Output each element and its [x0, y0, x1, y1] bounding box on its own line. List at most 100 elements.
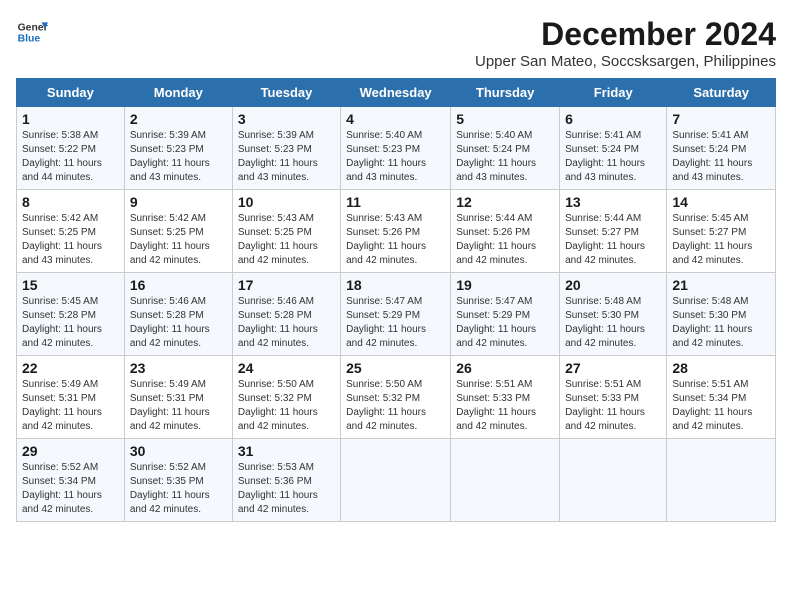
calendar-cell: [341, 439, 451, 522]
day-info: Sunrise: 5:47 AMSunset: 5:29 PMDaylight:…: [346, 295, 445, 351]
day-info: Sunrise: 5:45 AMSunset: 5:28 PMDaylight:…: [22, 295, 119, 351]
calendar-cell: 2Sunrise: 5:39 AMSunset: 5:23 PMDaylight…: [124, 107, 232, 190]
calendar-row: 29 Sunrise: 5:52 AMSunset: 5:34 PMDayligh…: [17, 439, 776, 522]
calendar-cell: 25 Sunrise: 5:50 AMSunset: 5:32 PMDayligh…: [341, 356, 451, 439]
day-number: 5: [456, 111, 554, 127]
calendar-cell: 5 Sunrise: 5:40 AMSunset: 5:24 PMDaylight…: [451, 107, 560, 190]
calendar-cell: 26Sunrise: 5:51 AMSunset: 5:33 PMDayligh…: [451, 356, 560, 439]
calendar-cell: 4 Sunrise: 5:40 AMSunset: 5:23 PMDaylight…: [341, 107, 451, 190]
calendar-cell: [451, 439, 560, 522]
calendar-table: SundayMondayTuesdayWednesdayThursdayFrid…: [16, 78, 776, 522]
calendar-cell: 24 Sunrise: 5:50 AMSunset: 5:32 PMDayligh…: [232, 356, 340, 439]
calendar-cell: 15 Sunrise: 5:45 AMSunset: 5:28 PMDayligh…: [17, 273, 125, 356]
day-number: 13: [565, 194, 661, 210]
day-number: 19: [456, 277, 554, 293]
day-number: 4: [346, 111, 445, 127]
calendar-cell: 12 Sunrise: 5:44 AMSunset: 5:26 PMDayligh…: [451, 190, 560, 273]
day-number: 15: [22, 277, 119, 293]
day-info: Sunrise: 5:48 AMSunset: 5:30 PMDaylight:…: [565, 295, 661, 351]
day-info: Sunrise: 5:50 AMSunset: 5:32 PMDaylight:…: [346, 378, 445, 434]
day-number: 23: [130, 360, 227, 376]
logo-icon: General Blue: [16, 16, 48, 48]
day-info: Sunrise: 5:38 AMSunset: 5:22 PMDaylight:…: [22, 129, 119, 185]
day-info: Sunrise: 5:47 AMSunset: 5:29 PMDaylight:…: [456, 295, 554, 351]
day-info: Sunrise: 5:53 AMSunset: 5:36 PMDaylight:…: [238, 461, 335, 517]
calendar-dow-header: Saturday: [667, 79, 776, 107]
calendar-cell: 19 Sunrise: 5:47 AMSunset: 5:29 PMDayligh…: [451, 273, 560, 356]
day-info: Sunrise: 5:49 AMSunset: 5:31 PMDaylight:…: [130, 378, 227, 434]
calendar-cell: 14 Sunrise: 5:45 AMSunset: 5:27 PMDayligh…: [667, 190, 776, 273]
calendar-row: 22 Sunrise: 5:49 AMSunset: 5:31 PMDayligh…: [17, 356, 776, 439]
calendar-dow-header: Monday: [124, 79, 232, 107]
day-info: Sunrise: 5:42 AMSunset: 5:25 PMDaylight:…: [130, 212, 227, 268]
calendar-cell: 27 Sunrise: 5:51 AMSunset: 5:33 PMDayligh…: [560, 356, 667, 439]
day-info: Sunrise: 5:50 AMSunset: 5:32 PMDaylight:…: [238, 378, 335, 434]
day-number: 22: [22, 360, 119, 376]
day-number: 31: [238, 443, 335, 459]
page-subtitle: Upper San Mateo, Soccsksargen, Philippin…: [475, 53, 776, 70]
calendar-cell: 16Sunrise: 5:46 AMSunset: 5:28 PMDayligh…: [124, 273, 232, 356]
page-header: General Blue December 2024 Upper San Mat…: [16, 16, 776, 70]
day-info: Sunrise: 5:41 AMSunset: 5:24 PMDaylight:…: [565, 129, 661, 185]
title-area: December 2024 Upper San Mateo, Soccsksar…: [475, 16, 776, 70]
day-info: Sunrise: 5:51 AMSunset: 5:34 PMDaylight:…: [672, 378, 770, 434]
day-info: Sunrise: 5:40 AMSunset: 5:23 PMDaylight:…: [346, 129, 445, 185]
day-info: Sunrise: 5:45 AMSunset: 5:27 PMDaylight:…: [672, 212, 770, 268]
calendar-cell: 17 Sunrise: 5:46 AMSunset: 5:28 PMDayligh…: [232, 273, 340, 356]
day-info: Sunrise: 5:51 AMSunset: 5:33 PMDaylight:…: [456, 378, 554, 434]
day-info: Sunrise: 5:46 AMSunset: 5:28 PMDaylight:…: [238, 295, 335, 351]
calendar-cell: 9Sunrise: 5:42 AMSunset: 5:25 PMDaylight…: [124, 190, 232, 273]
day-number: 28: [672, 360, 770, 376]
calendar-cell: 3 Sunrise: 5:39 AMSunset: 5:23 PMDaylight…: [232, 107, 340, 190]
calendar-cell: 31 Sunrise: 5:53 AMSunset: 5:36 PMDayligh…: [232, 439, 340, 522]
calendar-cell: 6 Sunrise: 5:41 AMSunset: 5:24 PMDaylight…: [560, 107, 667, 190]
day-info: Sunrise: 5:43 AMSunset: 5:25 PMDaylight:…: [238, 212, 335, 268]
day-number: 14: [672, 194, 770, 210]
page-title: December 2024: [475, 16, 776, 53]
calendar-cell: 18Sunrise: 5:47 AMSunset: 5:29 PMDayligh…: [341, 273, 451, 356]
day-number: 6: [565, 111, 661, 127]
day-info: Sunrise: 5:39 AMSunset: 5:23 PMDaylight:…: [130, 129, 227, 185]
day-number: 8: [22, 194, 119, 210]
calendar-cell: 13 Sunrise: 5:44 AMSunset: 5:27 PMDayligh…: [560, 190, 667, 273]
calendar-dow-header: Thursday: [451, 79, 560, 107]
day-number: 17: [238, 277, 335, 293]
day-info: Sunrise: 5:51 AMSunset: 5:33 PMDaylight:…: [565, 378, 661, 434]
calendar-cell: 1 Sunrise: 5:38 AMSunset: 5:22 PMDaylight…: [17, 107, 125, 190]
day-number: 20: [565, 277, 661, 293]
calendar-dow-header: Friday: [560, 79, 667, 107]
calendar-cell: 8 Sunrise: 5:42 AMSunset: 5:25 PMDaylight…: [17, 190, 125, 273]
day-info: Sunrise: 5:48 AMSunset: 5:30 PMDaylight:…: [672, 295, 770, 351]
day-info: Sunrise: 5:44 AMSunset: 5:27 PMDaylight:…: [565, 212, 661, 268]
calendar-cell: 22 Sunrise: 5:49 AMSunset: 5:31 PMDayligh…: [17, 356, 125, 439]
day-info: Sunrise: 5:42 AMSunset: 5:25 PMDaylight:…: [22, 212, 119, 268]
calendar-dow-header: Wednesday: [341, 79, 451, 107]
day-info: Sunrise: 5:52 AMSunset: 5:35 PMDaylight:…: [130, 461, 227, 517]
calendar-cell: [667, 439, 776, 522]
day-number: 7: [672, 111, 770, 127]
day-info: Sunrise: 5:39 AMSunset: 5:23 PMDaylight:…: [238, 129, 335, 185]
day-number: 30: [130, 443, 227, 459]
calendar-cell: [560, 439, 667, 522]
day-number: 12: [456, 194, 554, 210]
day-info: Sunrise: 5:49 AMSunset: 5:31 PMDaylight:…: [22, 378, 119, 434]
day-info: Sunrise: 5:43 AMSunset: 5:26 PMDaylight:…: [346, 212, 445, 268]
day-number: 10: [238, 194, 335, 210]
calendar-dow-header: Tuesday: [232, 79, 340, 107]
calendar-cell: 10 Sunrise: 5:43 AMSunset: 5:25 PMDayligh…: [232, 190, 340, 273]
day-number: 25: [346, 360, 445, 376]
day-info: Sunrise: 5:41 AMSunset: 5:24 PMDaylight:…: [672, 129, 770, 185]
day-number: 24: [238, 360, 335, 376]
calendar-cell: 11Sunrise: 5:43 AMSunset: 5:26 PMDayligh…: [341, 190, 451, 273]
day-info: Sunrise: 5:40 AMSunset: 5:24 PMDaylight:…: [456, 129, 554, 185]
calendar-header-row: SundayMondayTuesdayWednesdayThursdayFrid…: [17, 79, 776, 107]
day-number: 29: [22, 443, 119, 459]
logo: General Blue: [16, 16, 48, 48]
day-info: Sunrise: 5:52 AMSunset: 5:34 PMDaylight:…: [22, 461, 119, 517]
day-number: 3: [238, 111, 335, 127]
calendar-cell: 7 Sunrise: 5:41 AMSunset: 5:24 PMDaylight…: [667, 107, 776, 190]
day-info: Sunrise: 5:44 AMSunset: 5:26 PMDaylight:…: [456, 212, 554, 268]
day-number: 27: [565, 360, 661, 376]
day-number: 1: [22, 111, 119, 127]
calendar-row: 8 Sunrise: 5:42 AMSunset: 5:25 PMDaylight…: [17, 190, 776, 273]
